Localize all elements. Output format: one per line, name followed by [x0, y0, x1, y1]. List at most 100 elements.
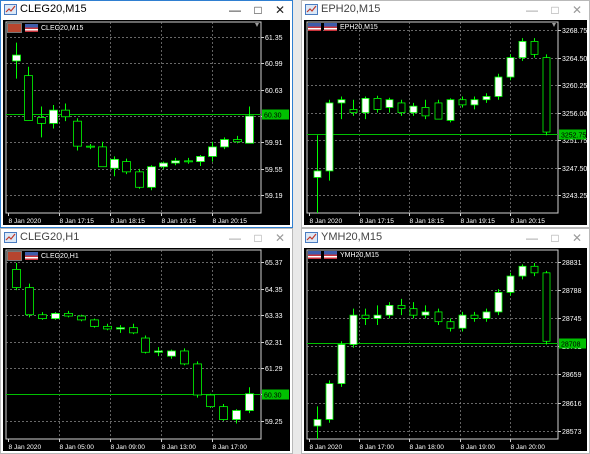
candle-body [313, 170, 322, 178]
time-label: 8 Jan 18:15 [410, 218, 445, 225]
price-label: 28831 [562, 260, 582, 267]
window-title: YMH20,M15 [321, 231, 383, 243]
price-chart[interactable]: 65.3764.3563.3362.3161.2960.2759.258 Jan… [3, 248, 290, 451]
candle-body [86, 145, 95, 148]
candle-body [409, 105, 418, 114]
price-label: 28659 [562, 372, 582, 379]
candle-body [482, 311, 491, 319]
time-label: 8 Jan 18:15 [111, 218, 146, 225]
chart-window-ymh-m15[interactable]: YMH20,M15 — □ ✕ 288312878828745287022865… [301, 228, 590, 454]
candle-body [530, 41, 539, 55]
price-label: 60.63 [265, 88, 283, 95]
candle-body [245, 115, 254, 144]
candle-body [61, 109, 70, 118]
minimize-button[interactable]: — [224, 229, 246, 248]
time-label: 8 Jan 2020 [310, 444, 343, 451]
price-label: 59.91 [265, 140, 283, 147]
price-label: 60.99 [265, 61, 283, 68]
close-button[interactable]: ✕ [269, 1, 291, 20]
price-label: 28573 [562, 429, 582, 436]
maximize-button[interactable]: □ [247, 1, 269, 20]
minimize-button[interactable]: — [224, 1, 246, 20]
time-label: 8 Jan 09:00 [111, 444, 146, 451]
candle-body [542, 272, 551, 342]
candle-body [397, 102, 406, 114]
window-titlebar[interactable]: EPH20,M15 — □ ✕ [302, 1, 589, 20]
price-chart[interactable]: 288312878828745287022865928616285738 Jan… [304, 248, 587, 451]
price-label: 61.29 [265, 366, 283, 373]
candle-body [325, 383, 334, 420]
candle-body [349, 314, 358, 345]
chart-window-clcg-h1[interactable]: CLEG20,H1 — □ ✕ 65.37 64.35 63.33 62.31 61.2… [0, 228, 293, 454]
candle-body [458, 314, 467, 329]
us-flag-icon [324, 251, 337, 259]
minimize-button[interactable]: — [521, 229, 543, 248]
candle-body [220, 139, 229, 148]
candle-body [325, 102, 334, 172]
candle-body [24, 75, 33, 121]
price-label: 59.19 [265, 193, 283, 200]
chart-symbol-label: YMH20,M15 [308, 251, 379, 259]
candle-body [361, 314, 370, 319]
close-button[interactable]: ✕ [566, 1, 588, 20]
chart-window-eph-m15[interactable]: EPH20,M15 — □ ✕ 3268.75 3264.50 3260.25 325… [301, 0, 590, 228]
candle-body [373, 314, 382, 319]
candle-body [530, 265, 539, 274]
candle-body [409, 308, 418, 316]
candle-body [434, 311, 443, 323]
window-titlebar[interactable]: CLEG20,H1 — □ ✕ [1, 229, 292, 248]
maximize-button[interactable]: □ [544, 229, 566, 248]
time-label: 8 Jan 17:15 [60, 218, 95, 225]
us-flag-icon [25, 252, 38, 260]
chart-symbol-text: CLEG20,M15 [41, 24, 84, 32]
candle-body [135, 171, 144, 188]
candle-body [116, 327, 125, 330]
window-titlebar[interactable]: CLEG20,M15 — □ ✕ [1, 1, 292, 20]
candle-body [470, 99, 479, 106]
chart-symbol-text: YMH20,M15 [340, 251, 379, 259]
price-chart[interactable]: 61.3560.9960.6360.2759.9159.5559.198 Jan… [3, 20, 290, 225]
chart-window-clcg-m15[interactable]: CLEG20,M15 — □ ✕ 61.3560.9960.6360.2759.… [0, 0, 293, 228]
price-label: 3268.75 [562, 28, 587, 35]
candle-body [103, 325, 112, 330]
candlestick-plot[interactable]: 61.3560.9960.6360.2759.9159.5559.198 Jan… [3, 20, 290, 225]
candle-body [421, 107, 430, 117]
candlestick-plot[interactable]: 3268.753264.503260.253256.003251.753247.… [304, 20, 587, 225]
maximize-button[interactable]: □ [544, 1, 566, 20]
chart-window-icon [305, 4, 318, 15]
time-label: 8 Jan 13:00 [162, 444, 197, 451]
price-label: 28788 [562, 288, 582, 295]
candle-body [446, 99, 455, 121]
candle-body [171, 160, 180, 164]
price-label: 3247.50 [562, 166, 587, 173]
maximize-button[interactable]: □ [247, 229, 269, 248]
commodity-flag-icon [7, 251, 22, 261]
candle-body [361, 98, 370, 114]
price-label: 28616 [562, 401, 582, 408]
candle-body [196, 156, 205, 162]
candlestick-plot[interactable]: 65.3764.3563.3362.3161.2960.2759.258 Jan… [3, 248, 290, 451]
chart-window-icon [4, 232, 17, 243]
commodity-flag-icon [7, 23, 22, 33]
price-label: 64.35 [265, 287, 283, 294]
candle-body [313, 419, 322, 427]
price-chart[interactable]: 3268.75 3264.50 3260.25 3256.00 3251.75 3247.… [304, 20, 587, 225]
candle-body [64, 313, 73, 317]
candlestick-plot[interactable]: 288312878828745287022865928616285738 Jan… [304, 248, 587, 451]
time-label: 8 Jan 18:00 [410, 444, 445, 451]
minimize-button[interactable]: — [521, 1, 543, 20]
candle-body [98, 146, 107, 168]
chart-window-icon [305, 232, 318, 243]
price-label: 61.35 [265, 35, 283, 42]
candle-body [90, 319, 99, 327]
chart-symbol-label: EPH20,M15 [308, 23, 378, 31]
candle-body [38, 314, 47, 320]
price-label: 63.33 [265, 313, 283, 320]
candle-body [159, 162, 168, 168]
time-label: 8 Jan 20:15 [213, 218, 248, 225]
close-button[interactable]: ✕ [269, 229, 291, 248]
window-titlebar[interactable]: YMH20,M15 — □ ✕ [302, 229, 589, 248]
candle-body [208, 146, 217, 157]
candle-body [219, 406, 228, 420]
close-button[interactable]: ✕ [566, 229, 588, 248]
